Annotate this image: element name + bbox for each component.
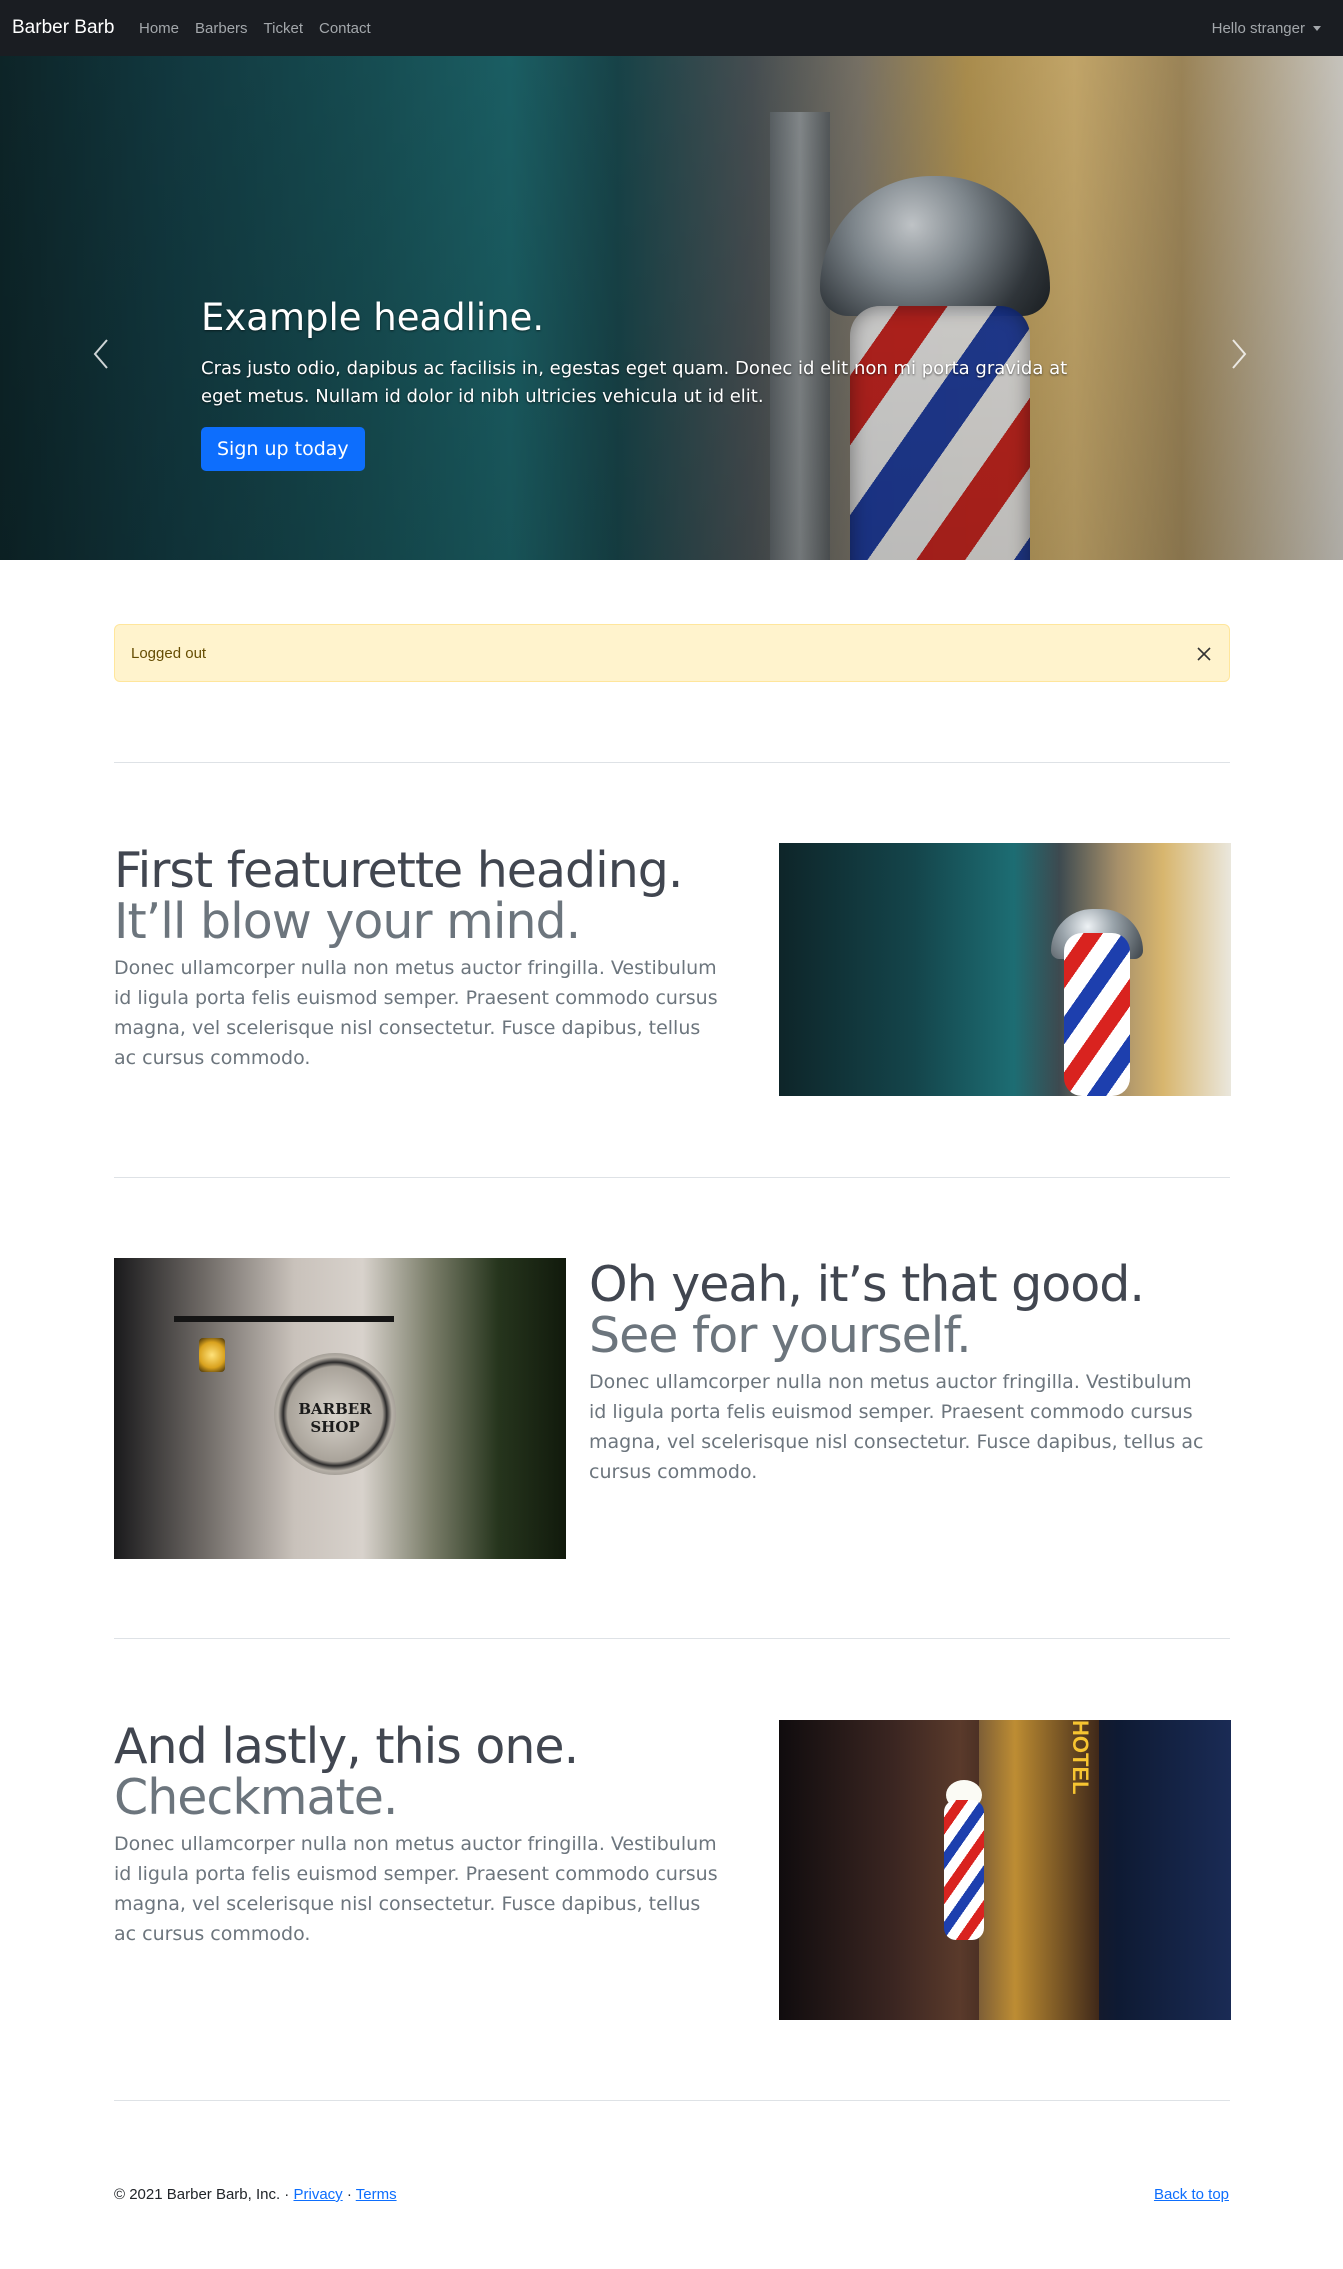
featurette-text-3: Donec ullamcorper nulla non metus auctor… [114, 1833, 718, 1945]
sign-text: BARBER SHOP [298, 1400, 372, 1436]
featurette-divider [114, 1177, 1230, 1178]
featurette-image-barber-shop-sign: BARBER SHOP [114, 1258, 566, 1559]
navbar: Barber Barb Home Barbers Ticket Contact … [0, 0, 1343, 56]
copyright-text: © 2021 Barber Barb, Inc. · [114, 2186, 294, 2203]
carousel-next-button[interactable] [1229, 336, 1249, 372]
caret-down-icon [1313, 26, 1321, 31]
featurette-heading-muted: Checkmate. [114, 1769, 398, 1826]
user-greeting: Hello stranger [1211, 20, 1305, 37]
footer-separator: · [342, 2186, 356, 2203]
sign-up-button[interactable]: Sign up today [201, 427, 365, 471]
featurette-divider [114, 1638, 1230, 1639]
terms-link[interactable]: Terms [356, 2186, 397, 2203]
chevron-left-icon [93, 339, 108, 369]
barber-shop-sign: BARBER SHOP [274, 1353, 396, 1475]
hero-carousel: Example headline. Cras justo odio, dapib… [0, 56, 1343, 560]
back-to-top-link[interactable]: Back to top [1154, 2186, 1229, 2203]
featurette-image-night-street: HOTEL [779, 1720, 1231, 2020]
street-lamp [199, 1338, 225, 1372]
featurette-heading-2: Oh yeah, it’s that good. See for yoursel… [589, 1259, 1209, 1361]
hero-caption: Example headline. Cras justo odio, dapib… [201, 296, 1121, 471]
featurette-divider [114, 762, 1230, 763]
logged-out-alert: Logged out [114, 624, 1230, 682]
featurette-heading-3: And lastly, this one. Checkmate. [114, 1721, 714, 1823]
nav-link-ticket[interactable]: Ticket [264, 20, 303, 37]
featurette-heading-muted: See for yourself. [589, 1307, 972, 1364]
nav-links: Home Barbers Ticket Contact [139, 20, 371, 37]
hero-headline: Example headline. [201, 296, 545, 339]
alert-text: Logged out [131, 645, 207, 662]
hero-text: Cras justo odio, dapibus ac facilisis in… [201, 358, 1068, 407]
nav-link-contact[interactable]: Contact [319, 20, 371, 37]
featurette-heading-muted: It’ll blow your mind. [114, 893, 581, 950]
brand-logo[interactable]: Barber Barb [12, 17, 114, 39]
footer-copyright: © 2021 Barber Barb, Inc. · Privacy · Ter… [114, 2186, 397, 2203]
barber-pole [1064, 933, 1130, 1096]
barber-pole [944, 1800, 984, 1940]
close-icon[interactable] [1195, 645, 1213, 663]
hotel-sign: HOTEL [1061, 1720, 1093, 1795]
featurette-heading-main: Oh yeah, it’s that good. [589, 1256, 1145, 1313]
featurette-image-barber-pole [779, 843, 1231, 1096]
featurette-heading-main: First featurette heading. [114, 842, 683, 899]
footer-divider [114, 2100, 1230, 2101]
chevron-right-icon [1232, 339, 1247, 369]
hotel-sign-text: HOTEL [1068, 1720, 1093, 1795]
user-menu-dropdown[interactable]: Hello stranger [1212, 20, 1321, 37]
featurette-heading-main: And lastly, this one. [114, 1718, 579, 1775]
featurette-heading-1: First featurette heading. It’ll blow you… [114, 845, 714, 947]
featurette-text-1: Donec ullamcorper nulla non metus auctor… [114, 957, 718, 1069]
back-to-top: Back to top [1154, 2186, 1229, 2203]
sign-bracket [174, 1316, 394, 1322]
featurette-text-2: Donec ullamcorper nulla non metus auctor… [589, 1371, 1204, 1483]
carousel-prev-button[interactable] [91, 336, 111, 372]
privacy-link[interactable]: Privacy [293, 2186, 342, 2203]
nav-link-home[interactable]: Home [139, 20, 179, 37]
nav-link-barbers[interactable]: Barbers [195, 20, 248, 37]
